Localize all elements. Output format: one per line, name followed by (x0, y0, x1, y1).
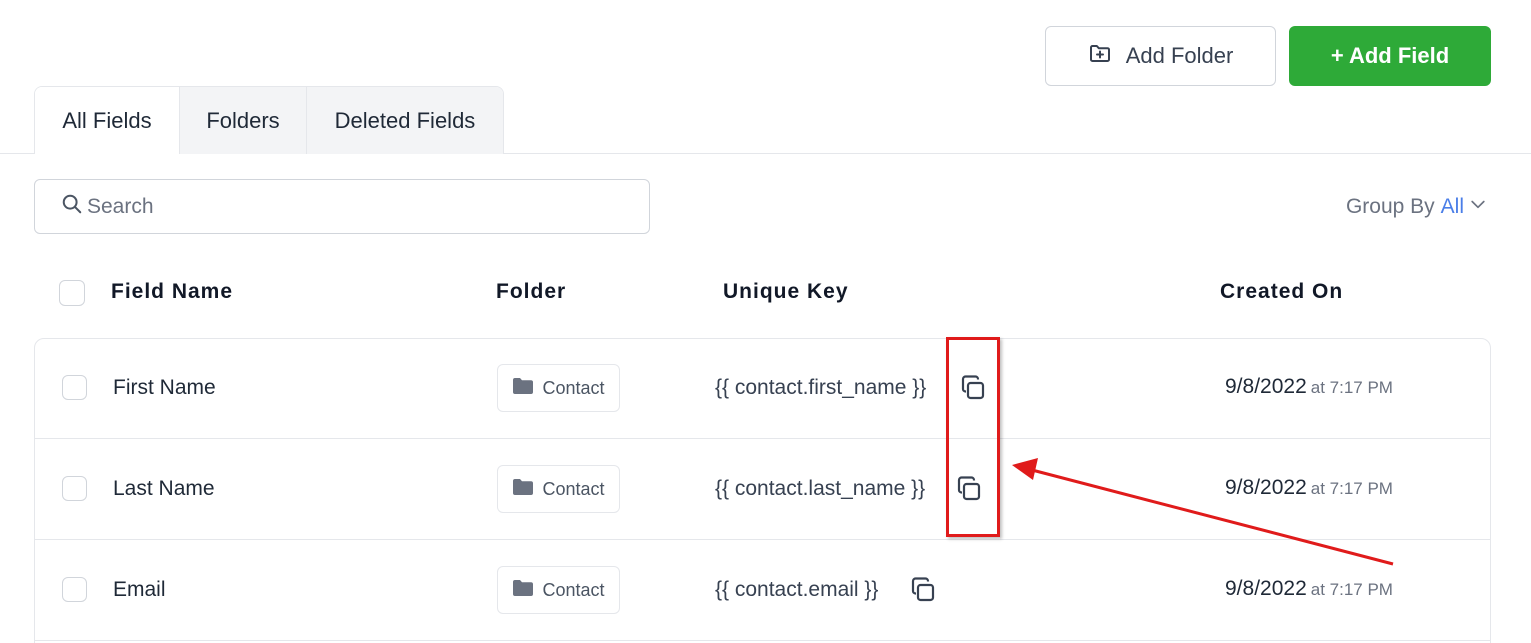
created-time: at 7:17 PM (1310, 479, 1393, 498)
created-on: 9/8/2022 at 7:17 PM (1225, 375, 1393, 399)
group-by-label: Group By (1345, 195, 1435, 218)
copy-icon[interactable] (910, 577, 936, 603)
created-date: 9/8/2022 (1225, 375, 1307, 398)
select-all-checkbox[interactable] (59, 280, 85, 306)
tab-all-fields[interactable]: All Fields (35, 87, 179, 154)
group-by-control[interactable]: Group By All (1346, 194, 1488, 220)
folder-plus-icon (1088, 41, 1112, 71)
field-name: Email (113, 578, 166, 601)
add-folder-label: Add Folder (1125, 43, 1234, 68)
add-field-button[interactable]: + Add Field (1289, 26, 1491, 86)
folder-icon (512, 478, 534, 501)
table-row: Last Name Contact {{ contact.last_name }… (35, 439, 1490, 540)
column-header-unique-key[interactable]: Unique Key (723, 280, 849, 304)
tab-bar: All Fields Folders Deleted Fields (34, 86, 504, 154)
folder-badge[interactable]: Contact (497, 465, 620, 513)
created-on: 9/8/2022 at 7:17 PM (1225, 577, 1393, 601)
annotation-highlight-box (946, 337, 1000, 537)
created-date: 9/8/2022 (1225, 577, 1307, 600)
folder-icon (512, 579, 534, 602)
chevron-down-icon[interactable] (1470, 194, 1488, 220)
unique-key: {{ contact.email }} (715, 578, 879, 601)
row-checkbox[interactable] (62, 375, 87, 400)
created-on: 9/8/2022 at 7:17 PM (1225, 476, 1393, 500)
row-checkbox[interactable] (62, 476, 87, 501)
field-name: Last Name (113, 477, 215, 500)
folder-name: Contact (542, 377, 605, 398)
search-box[interactable] (34, 179, 650, 234)
field-name: First Name (113, 376, 216, 399)
group-by-value[interactable]: All (1441, 195, 1464, 219)
column-header-field-name[interactable]: Field Name (111, 280, 233, 304)
unique-key: {{ contact.last_name }} (715, 477, 926, 500)
active-tab-indicator (35, 152, 178, 155)
tab-folders[interactable]: Folders (179, 87, 306, 154)
folder-badge[interactable]: Contact (497, 566, 620, 614)
row-checkbox[interactable] (62, 577, 87, 602)
folder-badge[interactable]: Contact (497, 364, 620, 412)
column-header-folder[interactable]: Folder (496, 280, 566, 304)
created-time: at 7:17 PM (1310, 580, 1393, 599)
folder-name: Contact (542, 478, 605, 499)
search-input[interactable] (87, 194, 607, 219)
table-row: First Name Contact {{ contact.first_name… (35, 338, 1490, 439)
created-time: at 7:17 PM (1310, 378, 1393, 397)
table-row: Email Contact {{ contact.email }} 9/8/20… (35, 540, 1490, 641)
column-header-created-on[interactable]: Created On (1220, 280, 1343, 304)
created-date: 9/8/2022 (1225, 476, 1307, 499)
unique-key: {{ contact.first_name }} (715, 376, 927, 399)
folder-name: Contact (542, 579, 605, 600)
folder-icon (512, 377, 534, 400)
tab-deleted-fields[interactable]: Deleted Fields (306, 87, 503, 154)
search-icon (61, 193, 87, 220)
add-folder-button[interactable]: Add Folder (1045, 26, 1276, 86)
